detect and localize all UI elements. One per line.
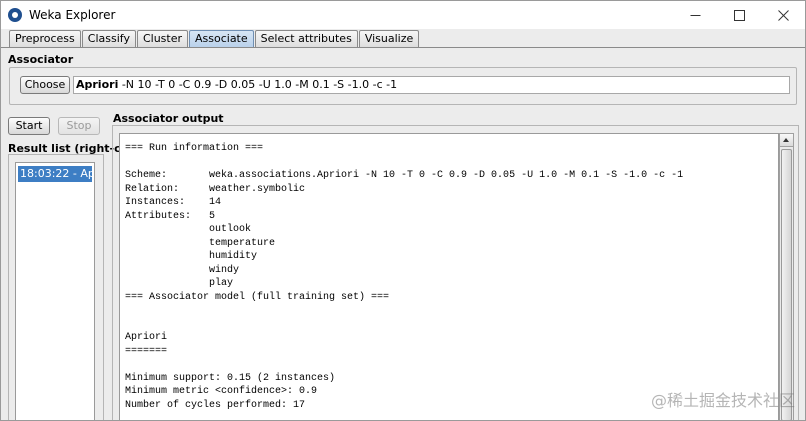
output-line: Minimum metric <confidence>: 0.9 bbox=[125, 386, 318, 397]
output-line: Minimum support: 0.15 (2 instances) bbox=[125, 372, 336, 384]
result-list-item[interactable]: 18:03:22 - Apriori bbox=[18, 166, 92, 182]
close-icon[interactable] bbox=[761, 1, 805, 29]
start-button[interactable]: Start bbox=[8, 117, 50, 135]
output-line: humidity bbox=[125, 251, 258, 262]
tab-classify[interactable]: Classify bbox=[81, 30, 136, 48]
watermark: @稀土掘金技术社区 bbox=[650, 391, 795, 410]
maximize-icon[interactable] bbox=[717, 1, 761, 29]
tab-associate[interactable]: Associate bbox=[189, 30, 254, 48]
output-line: === Run information === bbox=[125, 143, 264, 154]
weka-bird-icon bbox=[8, 8, 22, 22]
associator-scheme-field[interactable]: Apriori -N 10 -T 0 -C 0.9 -D 0.05 -U 1.0… bbox=[73, 76, 790, 94]
output-line: outlook bbox=[125, 224, 252, 235]
output-line: Number of cycles performed: 17 bbox=[125, 399, 306, 411]
result-list[interactable]: 18:03:22 - Apriori bbox=[15, 162, 95, 420]
choose-button[interactable]: Choose bbox=[20, 76, 70, 94]
tab-preprocess[interactable]: Preprocess bbox=[9, 30, 81, 48]
output-line: Apriori bbox=[125, 332, 168, 343]
stop-button: Stop bbox=[58, 117, 100, 135]
scroll-up-arrow-icon[interactable] bbox=[780, 134, 793, 147]
output-lines: === Run information === Scheme: weka.asso… bbox=[125, 142, 683, 412]
window-controls bbox=[673, 1, 805, 29]
output-line: Attributes: 5 bbox=[125, 210, 216, 222]
tab-select-attributes[interactable]: Select attributes bbox=[254, 30, 358, 48]
tab-cluster[interactable]: Cluster bbox=[136, 30, 188, 48]
weka-explorer-window: Weka Explorer Preprocess Classify Cluste… bbox=[0, 0, 806, 421]
scroll-thumb[interactable] bbox=[781, 149, 792, 420]
associator-panel: Choose Apriori -N 10 -T 0 -C 0.9 -D 0.05… bbox=[9, 67, 797, 105]
output-vertical-scrollbar[interactable] bbox=[779, 133, 794, 420]
tab-strip: Preprocess Classify Cluster Associate Se… bbox=[9, 30, 420, 48]
associator-output-label: Associator output bbox=[113, 112, 224, 125]
minimize-icon[interactable] bbox=[673, 1, 717, 29]
output-line: === Associator model (full training set)… bbox=[125, 291, 390, 303]
output-line: Instances: 14 bbox=[125, 197, 222, 208]
associator-section-label: Associator bbox=[8, 53, 74, 66]
associator-output-text[interactable]: === Run information === Scheme: weka.asso… bbox=[119, 133, 779, 420]
output-line: play bbox=[125, 278, 234, 289]
scheme-options: -N 10 -T 0 -C 0.9 -D 0.05 -U 1.0 -M 0.1 … bbox=[118, 78, 398, 91]
scheme-name: Apriori bbox=[76, 78, 119, 91]
output-line: ======= bbox=[125, 345, 168, 357]
output-line: windy bbox=[125, 264, 240, 276]
tab-divider bbox=[1, 47, 805, 48]
window-title: Weka Explorer bbox=[29, 8, 116, 22]
title-bar: Weka Explorer bbox=[1, 1, 805, 29]
output-line: Scheme: weka.associations.Apriori -N 10 … bbox=[125, 170, 684, 181]
output-line: temperature bbox=[125, 237, 276, 249]
output-line: Relation: weather.symbolic bbox=[125, 183, 306, 195]
tab-visualize[interactable]: Visualize bbox=[358, 30, 420, 48]
